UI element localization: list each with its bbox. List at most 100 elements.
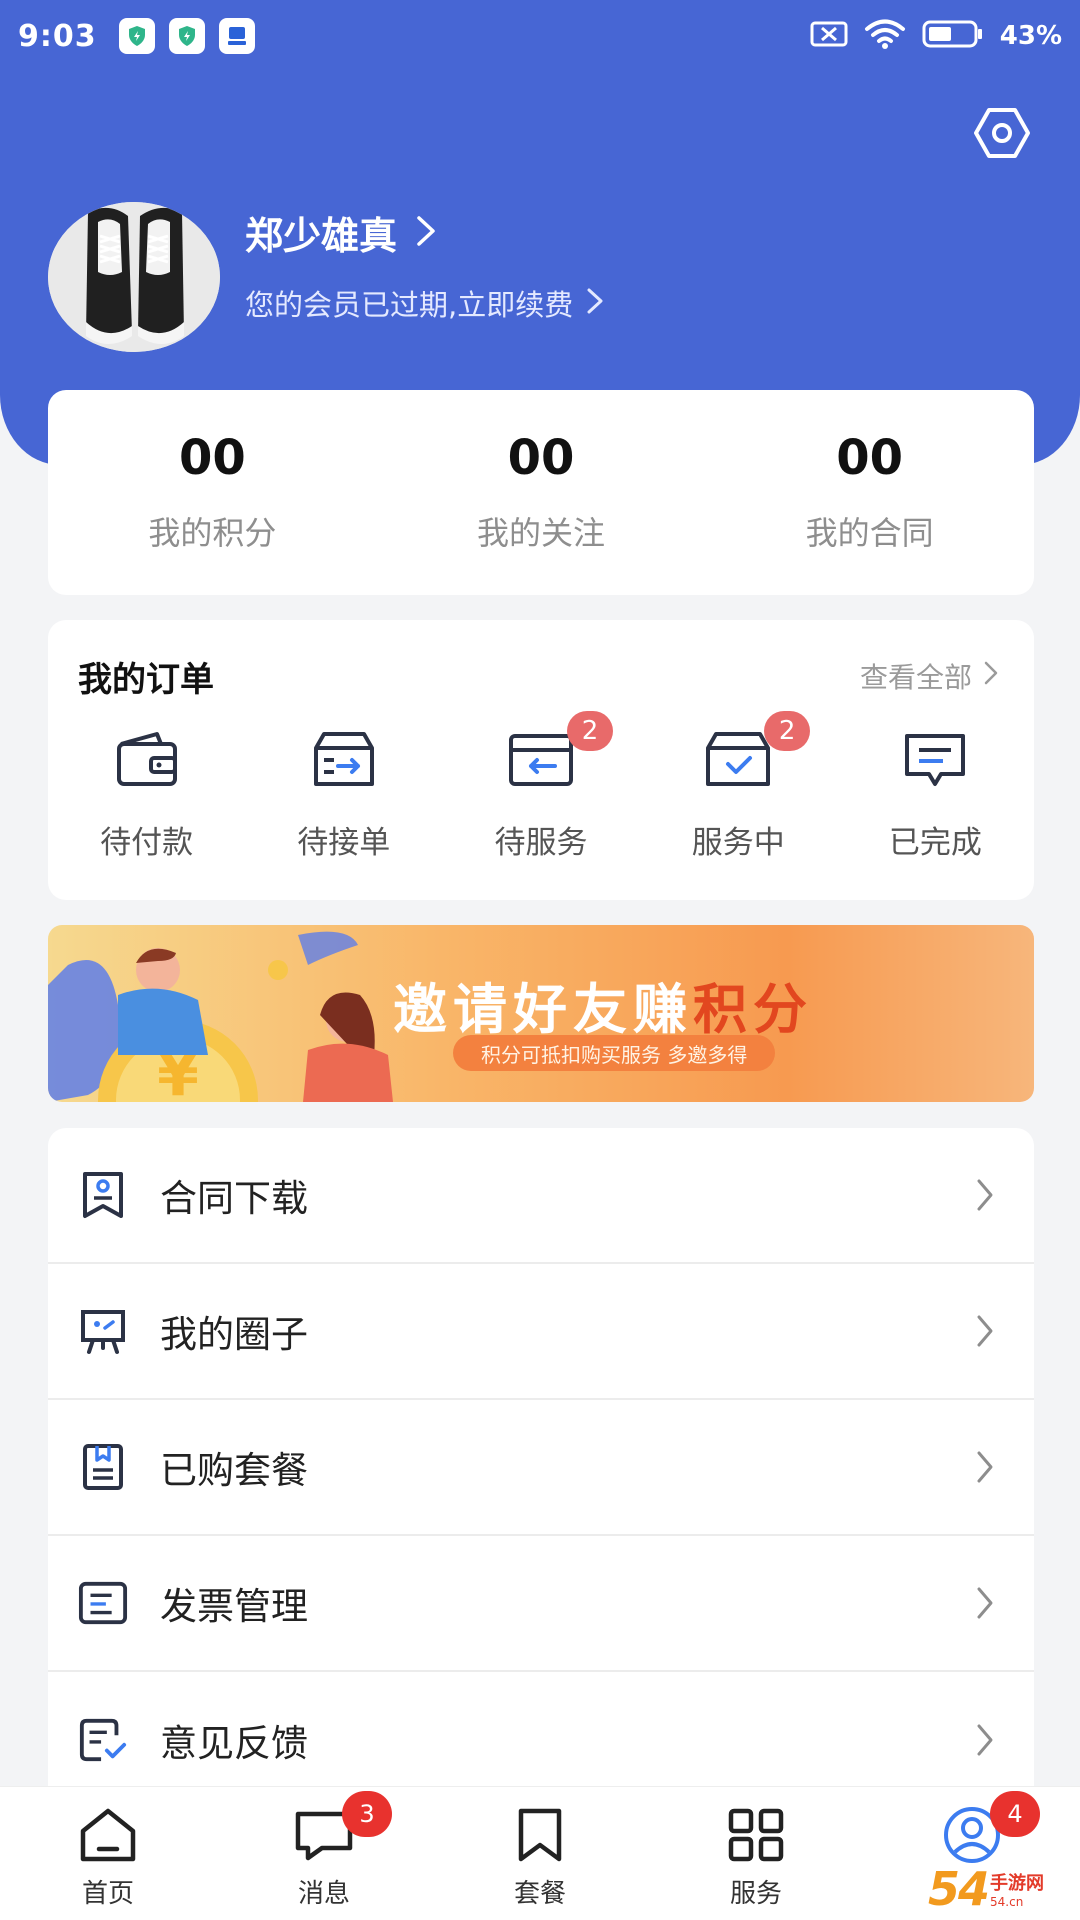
tab-label: 首页: [81, 1879, 134, 1909]
tab-label: 服务: [729, 1879, 782, 1909]
watermark-text: 手游网 54.cn: [990, 1869, 1044, 1909]
order-awaiting-acceptance[interactable]: 待接单: [245, 725, 442, 862]
tab-home[interactable]: 首页: [0, 1787, 216, 1920]
settings-button[interactable]: [970, 103, 1034, 167]
profile-icon: 4: [940, 1791, 1040, 1865]
battery-percentage: 43%: [999, 21, 1062, 51]
banner-subtitle: 积分可抵扣购买服务 多邀多得: [453, 1035, 776, 1071]
menu-label: 已购套餐: [160, 1449, 308, 1492]
box-check-icon: 2: [700, 711, 811, 795]
tab-badge: 4: [990, 1791, 1040, 1837]
order-awaiting-service[interactable]: 2 待服务: [442, 711, 639, 862]
watermark-brand: 手游网: [990, 1873, 1045, 1894]
menu-item-invoice-management[interactable]: 发票管理: [48, 1536, 1034, 1672]
stats-card: 00 我的积分 00 我的关注 00 我的合同: [48, 390, 1034, 595]
tab-packages[interactable]: 套餐: [432, 1787, 648, 1920]
wifi-icon: [864, 18, 906, 54]
status-notification-icons: [118, 18, 255, 54]
chevron-right-icon: [970, 1583, 1000, 1623]
order-status-label: 待付款: [100, 825, 194, 861]
chevron-right-icon: [415, 214, 437, 252]
bottom-tab-bar: 首页 3 消息 套餐 服务 4: [0, 1786, 1080, 1920]
chat-lines-icon: [897, 725, 973, 795]
site-watermark: 54 手游网 54.cn: [928, 1858, 1080, 1920]
tab-badge: 3: [342, 1791, 392, 1837]
order-badge: 2: [764, 711, 811, 751]
stat-value: 00: [507, 430, 575, 486]
order-status-label: 待服务: [494, 825, 588, 861]
menu-card: 合同下载 我的圈子 已购套餐 发票管理 意见反馈: [48, 1128, 1034, 1818]
order-status-label: 服务中: [691, 825, 785, 861]
menu-label: 意见反馈: [160, 1722, 308, 1765]
invite-illustration: ¥: [48, 931, 393, 1102]
banner-title: 邀请好友赚积分: [393, 965, 813, 1044]
menu-item-purchased-packages[interactable]: 已购套餐: [48, 1400, 1034, 1536]
shield-app-icon: [168, 18, 205, 54]
message-icon: 3: [292, 1791, 392, 1865]
order-pending-payment[interactable]: 待付款: [48, 725, 245, 862]
status-time: 9:03: [18, 18, 97, 54]
stat-following[interactable]: 00 我的关注: [377, 390, 706, 595]
shield-app-icon: [118, 18, 155, 54]
tab-services[interactable]: 服务: [648, 1787, 864, 1920]
order-status-label: 待接单: [297, 825, 391, 861]
status-bar: 9:03 43%: [0, 0, 1080, 72]
stat-label: 我的合同: [805, 514, 934, 552]
view-all-label: 查看全部: [859, 661, 972, 694]
stat-points[interactable]: 00 我的积分: [48, 390, 377, 595]
tab-messages[interactable]: 3 消息: [216, 1787, 432, 1920]
invite-friends-banner[interactable]: ¥ 邀请好友赚积分 积分可抵扣购买服务 多邀多得: [48, 925, 1034, 1102]
inbox-arrow-icon: [306, 725, 382, 795]
menu-item-contract-download[interactable]: 合同下载: [48, 1128, 1034, 1264]
membership-notice: 您的会员已过期,立即续费: [245, 288, 574, 322]
tab-label: 套餐: [513, 1879, 566, 1909]
menu-label: 发票管理: [160, 1585, 308, 1628]
shopping-app-icon: [218, 18, 255, 54]
stat-label: 我的关注: [477, 514, 606, 552]
stat-label: 我的积分: [148, 514, 277, 552]
grid-icon: [724, 1805, 788, 1865]
chevron-right-icon: [970, 1447, 1000, 1487]
membership-renew-link[interactable]: 您的会员已过期,立即续费: [245, 282, 605, 324]
avatar[interactable]: [48, 202, 220, 352]
wallet-icon: [109, 725, 185, 795]
package-book-icon: [78, 1442, 128, 1492]
chevron-right-icon: [970, 1720, 1000, 1760]
menu-label: 合同下载: [160, 1177, 308, 1220]
order-completed[interactable]: 已完成: [837, 725, 1034, 862]
order-in-service[interactable]: 2 服务中: [640, 711, 837, 862]
settings-hexagon-icon: [973, 106, 1031, 164]
stat-contracts[interactable]: 00 我的合同: [705, 390, 1034, 595]
stat-value: 00: [836, 430, 904, 486]
orders-title: 我的订单: [78, 660, 214, 700]
chevron-right-icon: [970, 1311, 1000, 1351]
watermark-domain: 54.cn: [990, 1895, 1024, 1909]
feedback-icon: [78, 1715, 128, 1765]
invoice-icon: [78, 1578, 128, 1628]
home-icon: [76, 1805, 140, 1865]
banner-title-main: 邀请好友赚: [393, 978, 693, 1041]
chevron-right-icon: [982, 659, 1000, 694]
order-badge: 2: [567, 711, 613, 751]
sneakers-avatar-image: [48, 202, 220, 352]
bookmark-icon: [508, 1805, 572, 1865]
banner-title-highlight: 积分: [693, 978, 813, 1041]
stat-value: 00: [178, 430, 246, 486]
battery-icon: [922, 19, 984, 53]
chevron-right-icon: [585, 286, 605, 320]
orders-card: 我的订单 查看全部 待付款 待接单 2 待服务 2 服务中 已完成: [48, 620, 1034, 900]
contract-icon: [78, 1170, 128, 1220]
presentation-icon: [78, 1306, 128, 1356]
no-sim-icon: [810, 21, 848, 51]
tab-label: 消息: [297, 1879, 350, 1909]
chevron-right-icon: [970, 1175, 1000, 1215]
order-status-list: 待付款 待接单 2 待服务 2 服务中 已完成: [48, 711, 1034, 862]
menu-item-my-circle[interactable]: 我的圈子: [48, 1264, 1034, 1400]
status-right-group: 43%: [810, 18, 1062, 54]
card-back-icon: 2: [503, 711, 613, 795]
view-all-orders-link[interactable]: 查看全部: [860, 656, 1000, 696]
watermark-number: 54: [928, 1862, 990, 1916]
user-name: 郑少雄真: [245, 214, 398, 258]
user-name-link[interactable]: 郑少雄真: [245, 205, 437, 260]
menu-label: 我的圈子: [160, 1313, 308, 1356]
